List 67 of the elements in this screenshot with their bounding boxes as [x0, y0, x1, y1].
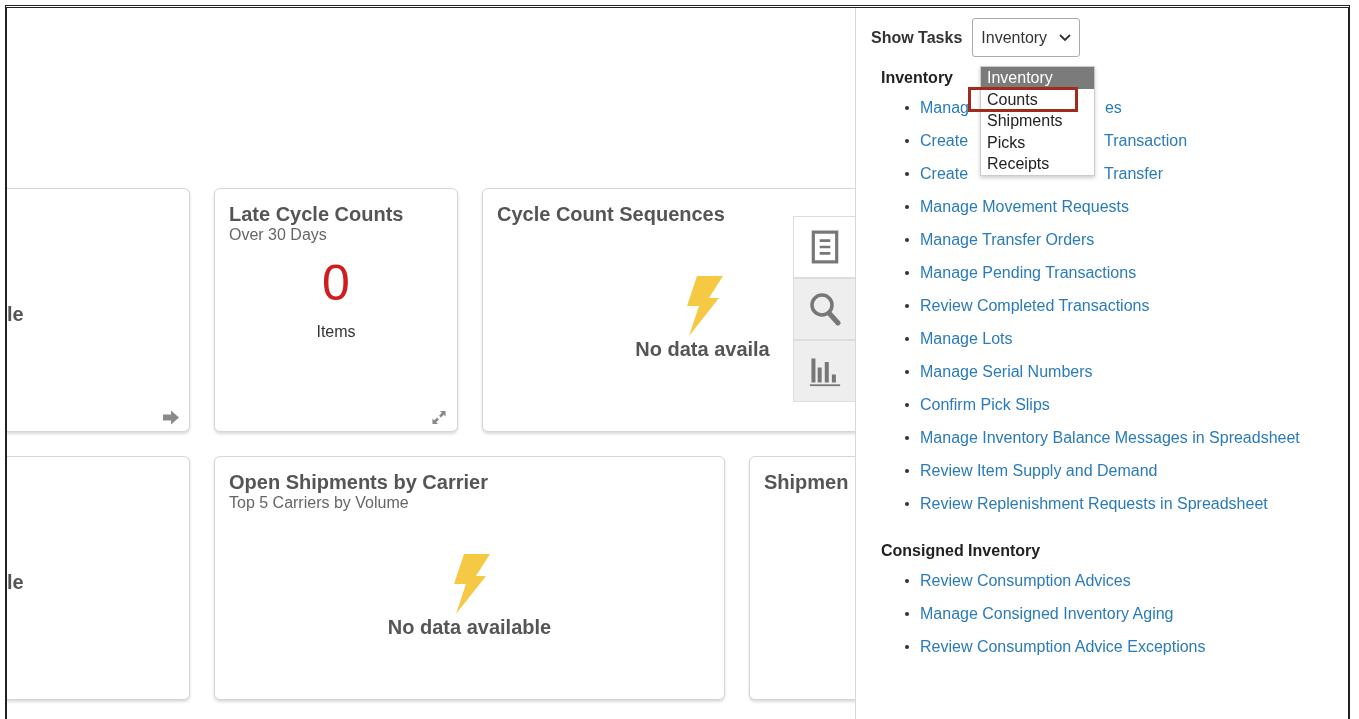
task-link[interactable]: Create — [920, 164, 969, 183]
tile-title: le — [7, 302, 24, 326]
bullet-icon — [905, 237, 909, 242]
tile-title: Open Shipments by Carrier — [229, 471, 488, 494]
bullet-icon — [905, 105, 909, 110]
dashboard-tile[interactable]: le — [7, 456, 190, 700]
bullet-icon — [905, 435, 909, 440]
no-data-message: No data availa — [635, 338, 770, 361]
task-link[interactable]: Manage Serial Numbers — [920, 362, 1093, 381]
task-link[interactable]: Review Consumption Advice Exceptions — [920, 637, 1206, 656]
task-link[interactable]: Manag — [920, 98, 969, 117]
bullet-icon — [905, 270, 909, 275]
side-tab[interactable] — [793, 340, 855, 402]
task-link[interactable]: Manage Consigned Inventory Aging — [920, 604, 1174, 623]
bullet-icon — [905, 336, 909, 341]
expand-icon[interactable] — [431, 410, 447, 425]
section-heading: Inventory — [881, 69, 953, 87]
dropdown-option[interactable]: Shipments — [981, 110, 1094, 132]
task-link[interactable]: Transaction — [1104, 131, 1188, 150]
no-data-message: No data available — [387, 616, 552, 639]
task-link[interactable]: Transfer — [1104, 164, 1163, 183]
tile-title: Cycle Count Sequences — [497, 203, 725, 226]
bullet-icon — [905, 369, 909, 374]
bullet-icon — [905, 303, 909, 308]
chevron-down-icon — [1059, 33, 1072, 42]
tile-title: le — [7, 570, 24, 594]
dropdown-option[interactable]: Picks — [981, 131, 1094, 153]
dashboard-tile[interactable]: le — [7, 188, 190, 432]
task-select[interactable]: Inventory — [972, 18, 1081, 57]
task-link[interactable]: es — [1104, 98, 1122, 117]
dashboard-tile[interactable]: Shipmen — [749, 456, 855, 700]
section-heading: Consigned Inventory — [881, 542, 1041, 560]
metric-unit: Items — [316, 323, 356, 341]
bullet-icon — [905, 578, 909, 583]
tile-subtitle: Top 5 Carriers by Volume — [229, 494, 409, 512]
side-tab[interactable] — [793, 216, 855, 278]
task-link[interactable]: Manage Transfer Orders — [920, 230, 1095, 249]
task-link[interactable]: Manage Lots — [920, 329, 1013, 348]
task-link[interactable]: Review Completed Transactions — [920, 296, 1150, 315]
bullet-icon — [905, 611, 909, 616]
tile-title: Shipmen — [764, 471, 849, 494]
show-tasks-label: Show Tasks — [871, 28, 963, 47]
bullet-icon — [905, 501, 909, 506]
bullet-icon — [905, 138, 909, 143]
task-link[interactable]: Manage Inventory Balance Messages in Spreadsheet — [920, 428, 1300, 447]
task-link[interactable]: Review Replenishment Requests in Spreadsheet — [920, 494, 1268, 513]
task-link[interactable]: Confirm Pick Slips — [920, 395, 1050, 414]
bullet-icon — [905, 644, 909, 649]
bullet-icon — [905, 171, 909, 176]
tile-subtitle: Over 30 Days — [229, 226, 327, 244]
bullet-icon — [905, 204, 909, 209]
task-link[interactable]: Manage Pending Transactions — [920, 263, 1137, 282]
tile-title: Late Cycle Counts — [229, 203, 404, 226]
bullet-icon — [905, 468, 909, 473]
side-tab[interactable] — [793, 278, 855, 340]
arrow-right-icon[interactable] — [163, 410, 179, 425]
task-link[interactable]: Manage Movement Requests — [920, 197, 1129, 216]
task-link[interactable]: Review Item Supply and Demand — [920, 461, 1158, 480]
task-link[interactable]: Create — [920, 131, 969, 150]
search-icon — [808, 292, 841, 326]
dropdown-option[interactable]: Inventory — [981, 67, 1094, 89]
dashboard-tile[interactable]: Open Shipments by Carrier Top 5 Carriers by Volume No data available — [214, 456, 725, 700]
dashboard-tile[interactable]: Late Cycle Counts Over 30 Days 0 Items — [214, 188, 458, 432]
bullet-icon — [905, 402, 909, 407]
dropdown-option[interactable]: Receipts — [981, 153, 1094, 175]
task-link[interactable]: Review Consumption Advices — [920, 571, 1131, 590]
metric-value: 0 — [322, 256, 350, 311]
